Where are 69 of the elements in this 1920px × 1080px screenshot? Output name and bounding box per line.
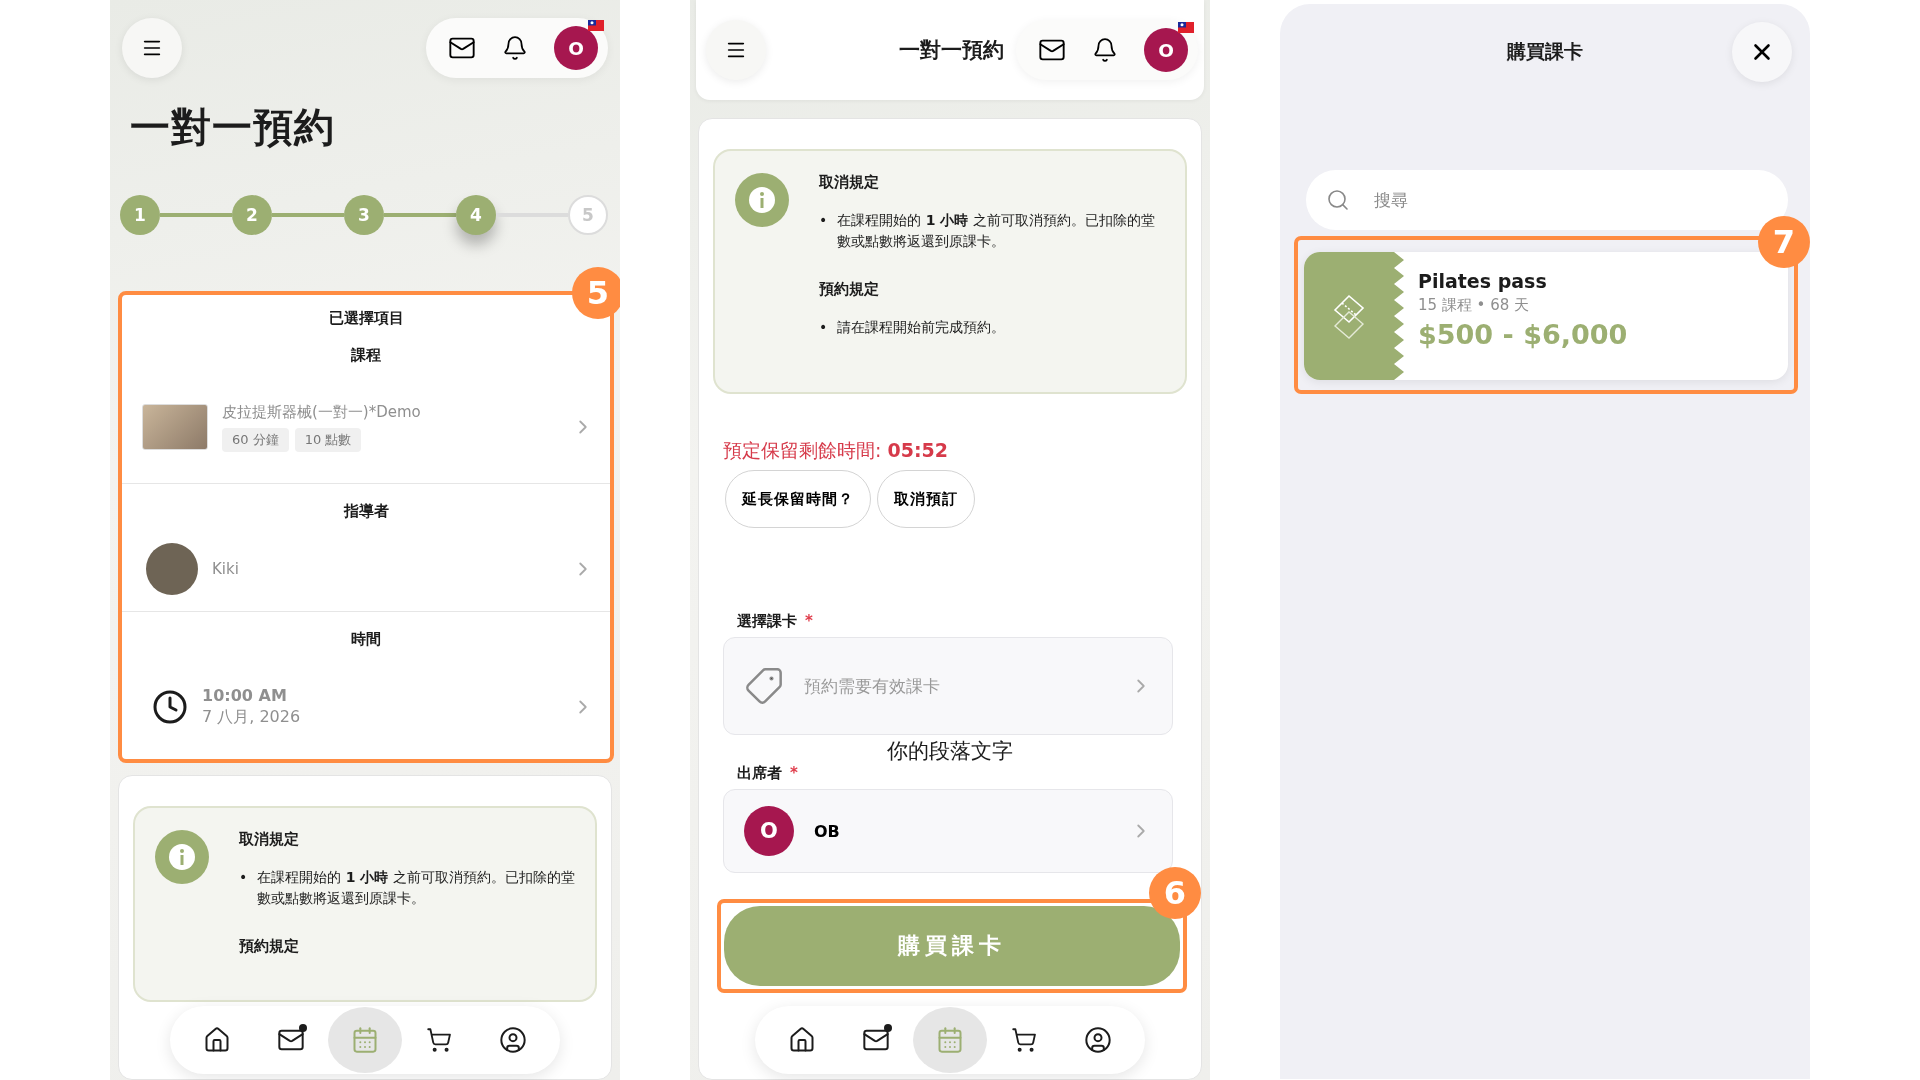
cart-icon: [426, 1027, 452, 1053]
policy-rule: 在課程開始的 1 小時 之前可取消預約。已扣除的堂數或點數將返還到原課卡。: [837, 211, 1156, 251]
attendee-select-field[interactable]: O OB: [723, 789, 1173, 874]
session-date: 7 八月, 2026: [202, 707, 302, 728]
home-icon: [203, 1026, 231, 1054]
field-label: 選擇課卡: [737, 612, 797, 631]
clock-icon: [152, 689, 188, 725]
policy-rule: 在課程開始的 1 小時 之前可取消預約。已扣除的堂數或點數將返還到原課卡。: [257, 868, 575, 908]
policy-heading: 預約規定: [239, 937, 300, 956]
avatar[interactable]: O: [1144, 28, 1188, 72]
step-indicator[interactable]: 3: [344, 195, 384, 235]
avatar[interactable]: O: [554, 26, 598, 70]
field-label: 出席者: [737, 764, 782, 784]
section-heading: 時間: [350, 629, 382, 650]
ticket-icon: [1331, 292, 1367, 340]
hold-button[interactable]: 取消預訂: [877, 470, 975, 528]
pass-select-field[interactable]: 預約需要有效課卡: [723, 637, 1173, 735]
profile-icon: [499, 1026, 527, 1054]
course-tag: 60 分鐘: [222, 427, 289, 452]
course-name: 皮拉提斯器械(一對一)*Demo: [222, 402, 422, 422]
policy-heading: 取消規定: [819, 173, 880, 192]
section-heading: 指導者: [342, 501, 390, 522]
hold-timer: 預定保留剩餘時間: 05:52: [722, 438, 949, 463]
buy-pass-button[interactable]: 購買課卡: [724, 906, 1180, 987]
callout-number: 6: [1149, 867, 1201, 920]
policy-heading: 預約規定: [819, 280, 880, 299]
required-mark: *: [805, 612, 813, 631]
step-indicator[interactable]: 1: [120, 195, 160, 235]
page-title: 一對一預約: [898, 37, 1005, 64]
pass-name: Pilates pass: [1418, 270, 1548, 292]
info-icon: [735, 173, 789, 227]
page-title: 一對一預約: [130, 103, 336, 152]
bullet-mark: •: [819, 211, 828, 230]
step-indicator[interactable]: 2: [232, 195, 272, 235]
calendar-icon: [351, 1026, 379, 1054]
sheet-title: 購買課卡: [1507, 39, 1583, 64]
course-tag: 10 點數: [294, 427, 362, 452]
search-field[interactable]: 搜尋: [1372, 189, 1768, 211]
attendee-avatar: O: [744, 806, 794, 857]
calendar-icon: [936, 1026, 964, 1054]
cart-icon: [1011, 1027, 1037, 1053]
hold-button[interactable]: 延長保留時間？: [725, 470, 871, 528]
instructor-name: Kiki: [212, 560, 240, 578]
policy-rule: 請在課程開始前完成預約。: [837, 318, 1007, 337]
search-bar[interactable]: 搜尋: [1306, 170, 1788, 230]
section-heading: 課程: [350, 345, 382, 366]
bullet-mark: •: [819, 318, 828, 337]
pass-card[interactable]: Pilates pass 15 課程 • 68 天 $500 - $6,000: [1304, 252, 1788, 380]
search-icon: [1326, 188, 1350, 212]
step-indicator[interactable]: 4: [456, 195, 496, 235]
bell-icon[interactable]: [502, 35, 528, 61]
pass-price: $500 - $6,000: [1418, 319, 1629, 350]
required-mark: *: [790, 764, 798, 784]
session-time: 10:00 AM: [202, 686, 288, 705]
callout-number: 7: [1758, 216, 1810, 268]
avatar-photo: [146, 543, 198, 595]
tag-icon: [744, 666, 784, 706]
policy-heading: 取消規定: [239, 830, 300, 849]
summary-title: 已選擇項目: [327, 308, 405, 328]
pass-detail: 15 課程 • 68 天: [1418, 296, 1531, 315]
bullet-mark: •: [239, 868, 248, 887]
photo-placeholder: [142, 404, 208, 450]
menu-button[interactable]: [122, 18, 182, 78]
callout-number: 5: [572, 267, 620, 319]
bell-icon[interactable]: [1092, 37, 1118, 63]
paragraph-text: 你的段落文字: [887, 739, 1013, 765]
profile-icon: [1084, 1026, 1112, 1054]
info-icon: [155, 830, 209, 884]
home-icon: [788, 1026, 816, 1054]
